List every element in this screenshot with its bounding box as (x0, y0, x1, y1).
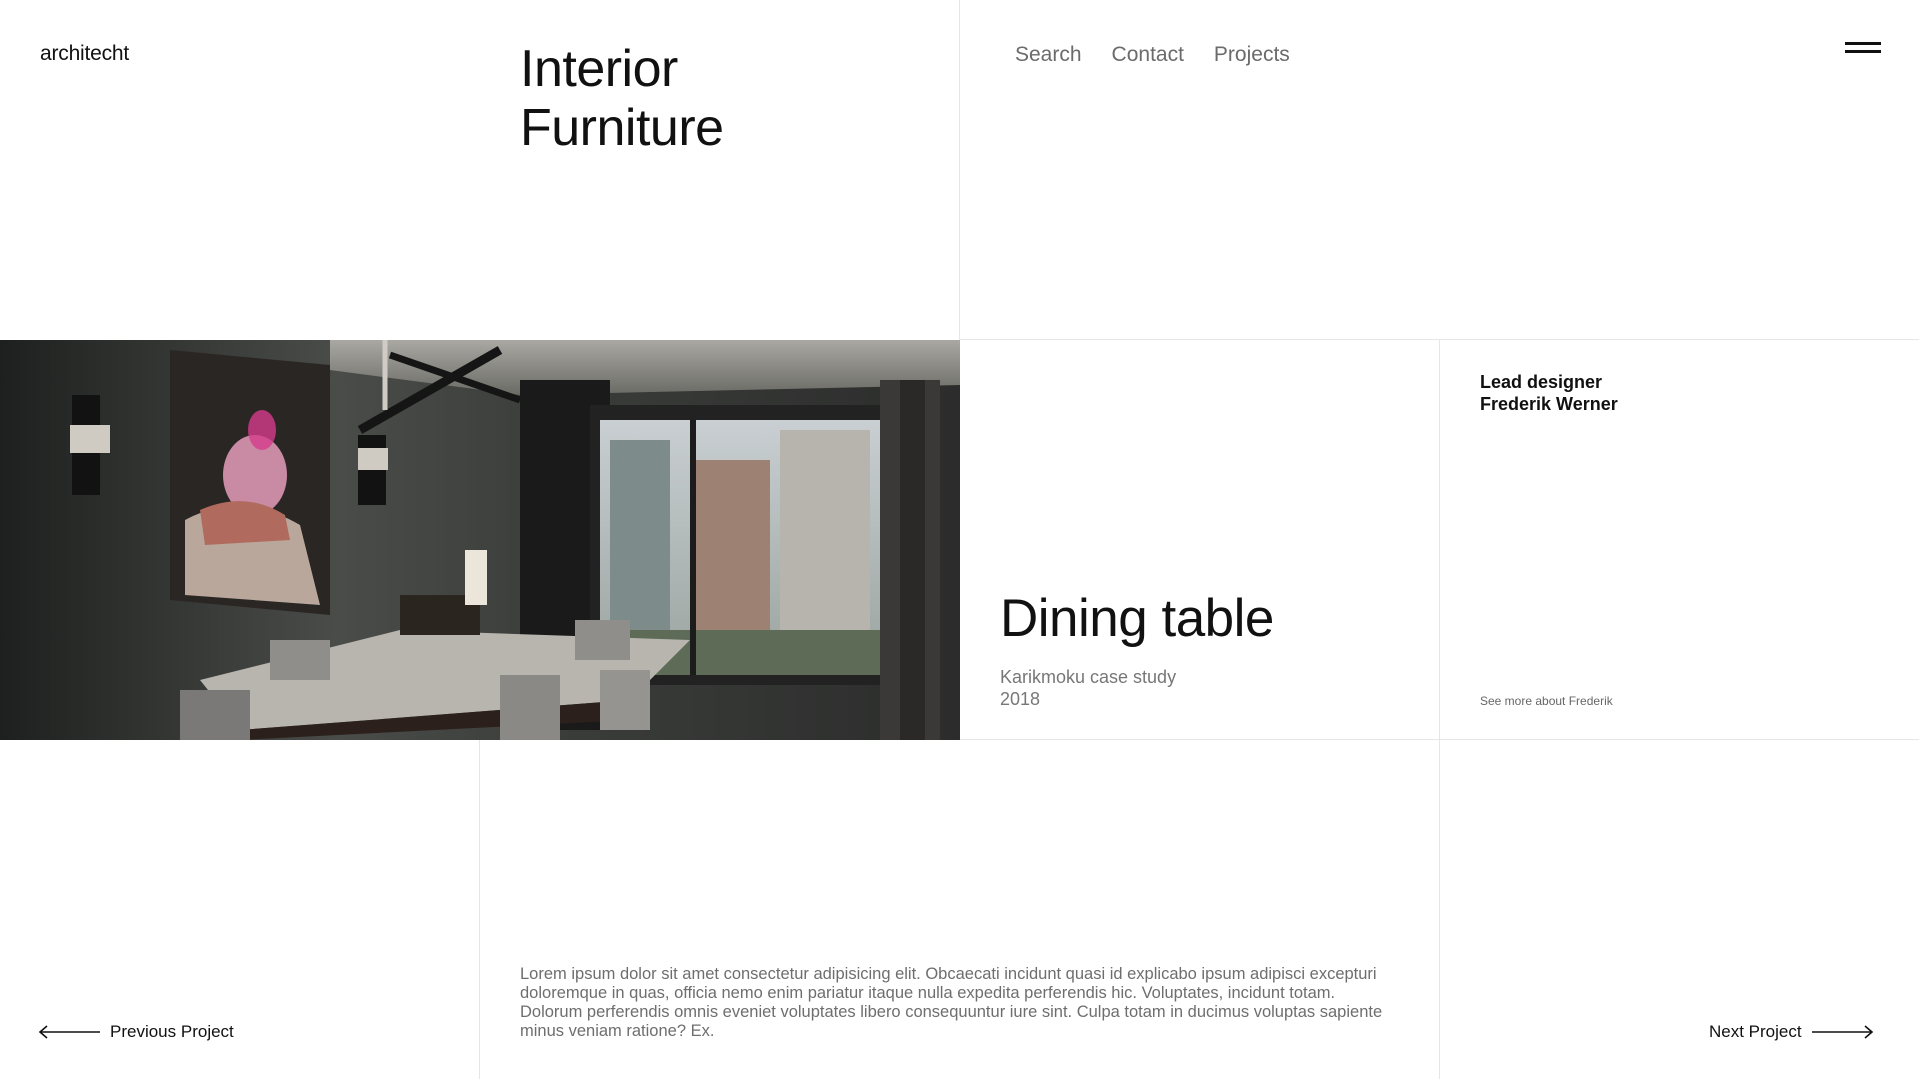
arrow-right-icon (1811, 1025, 1873, 1039)
page-title-line: Furniture (520, 99, 724, 157)
project-title: Dining table (1000, 589, 1274, 648)
arrow-left-icon (38, 1025, 100, 1039)
designer-name: Frederik Werner (1480, 394, 1618, 414)
designer-role: Lead designer (1480, 372, 1603, 392)
project-subtitle: Karikmoku case study (1000, 667, 1177, 687)
hamburger-menu-icon[interactable] (1845, 40, 1881, 56)
project-meta: Karikmoku case study 2018 (1000, 666, 1176, 710)
project-photo (0, 340, 960, 740)
nav-link-projects[interactable]: Projects (1214, 43, 1290, 67)
grid-divider (479, 740, 480, 1079)
previous-project-label: Previous Project (110, 1022, 234, 1041)
nav-link-search[interactable]: Search (1015, 43, 1082, 67)
page-title-line: Interior (520, 40, 678, 98)
main-nav: Search Contact Projects (1015, 43, 1290, 67)
previous-project-button[interactable]: Previous Project (38, 1022, 234, 1042)
designer-info: Lead designer Frederik Werner (1480, 371, 1618, 415)
menu-bar (1845, 42, 1881, 45)
next-project-label: Next Project (1709, 1022, 1802, 1041)
menu-bar (1845, 50, 1881, 53)
next-project-button[interactable]: Next Project (1709, 1022, 1874, 1042)
project-description: Lorem ipsum dolor sit amet consectetur a… (520, 965, 1383, 1040)
grid-divider (959, 0, 960, 340)
site-logo[interactable]: architecht (40, 42, 129, 66)
page-title: Interior Furniture (520, 40, 724, 158)
see-more-link[interactable]: See more about Frederik (1480, 694, 1613, 708)
grid-divider (1439, 340, 1440, 1079)
project-year: 2018 (1000, 689, 1041, 709)
nav-link-contact[interactable]: Contact (1112, 43, 1184, 67)
